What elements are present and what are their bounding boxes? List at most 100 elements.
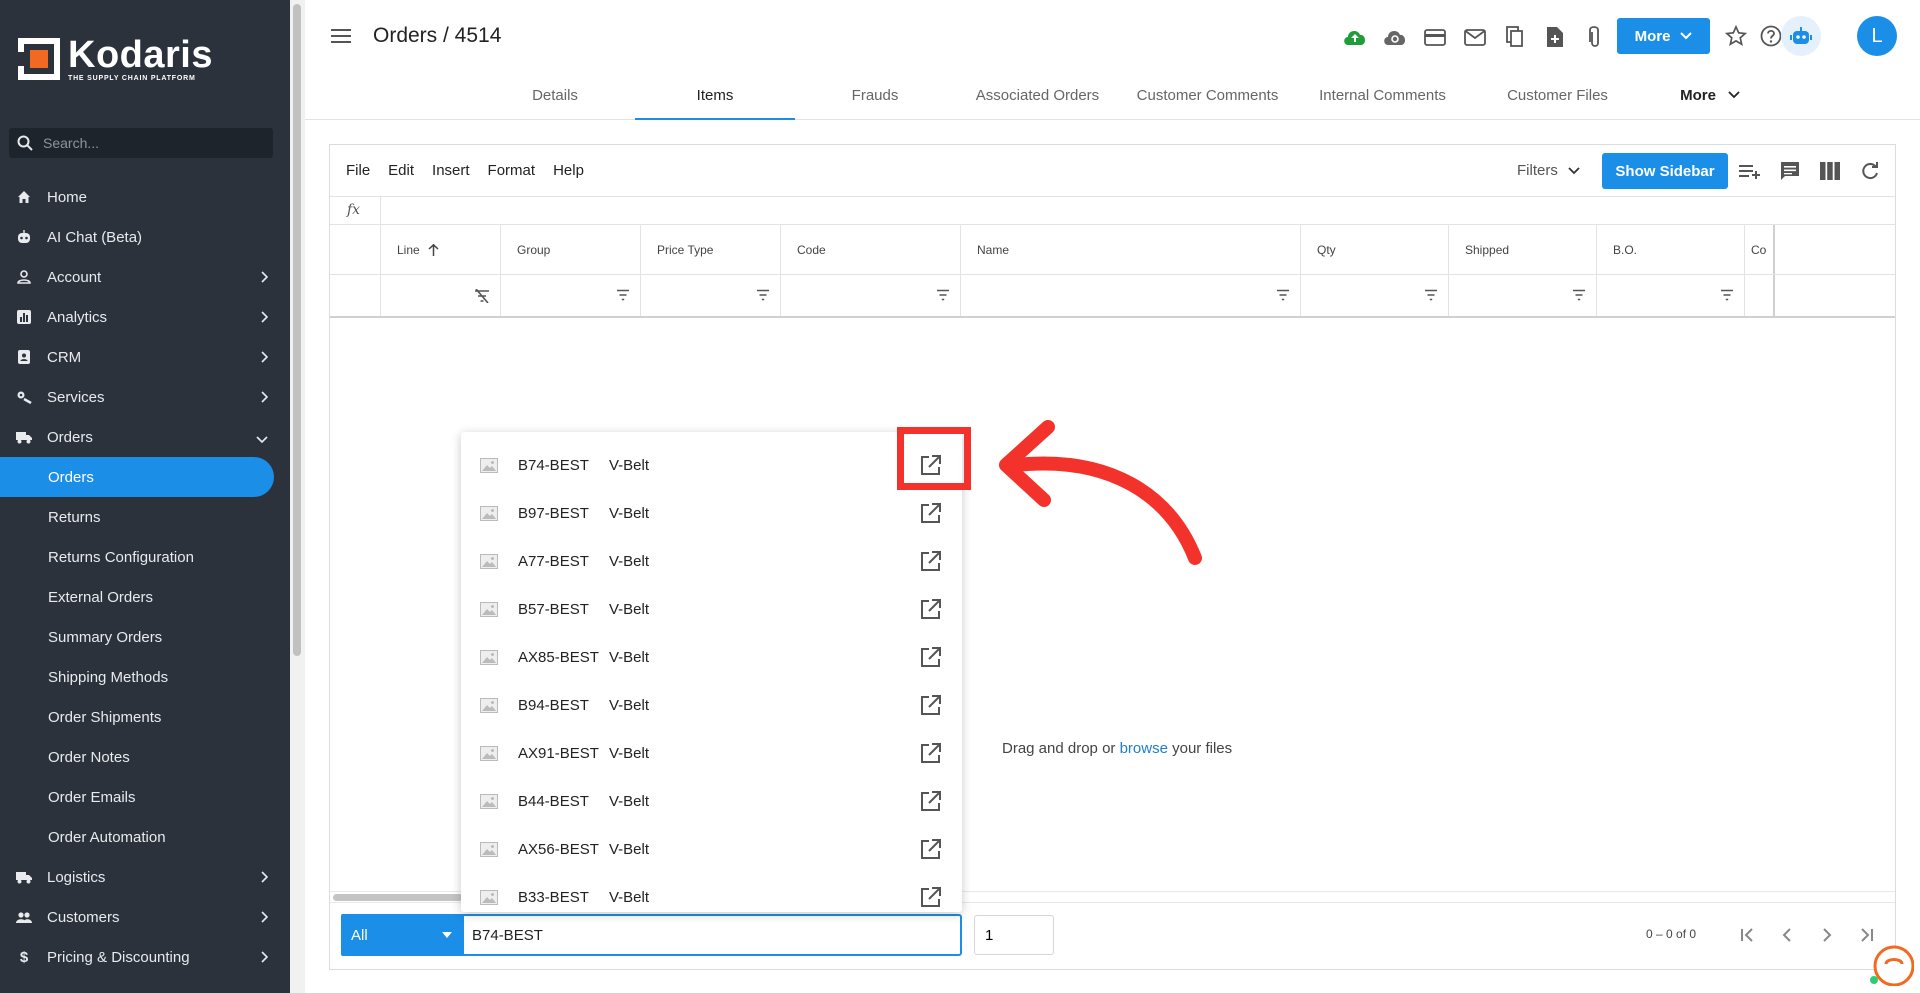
credit-card-icon[interactable] [1415, 22, 1455, 52]
filter-icon[interactable] [1424, 289, 1438, 304]
tab-internal-comments[interactable]: Internal Comments [1295, 70, 1470, 120]
horizontal-scrollbar-thumb[interactable] [333, 894, 463, 901]
sidebar-subitem-external-orders[interactable]: External Orders [0, 577, 274, 617]
tab-customer-files[interactable]: Customer Files [1470, 70, 1645, 120]
open-in-new-icon[interactable] [920, 790, 942, 817]
copy-icon[interactable] [1495, 22, 1535, 52]
column-header-bo[interactable]: B.O. [1596, 225, 1744, 274]
browse-link[interactable]: browse [1120, 740, 1168, 757]
sidebar-subitem-order-emails[interactable]: Order Emails [0, 777, 274, 817]
sidebar-subitem-summary-orders[interactable]: Summary Orders [0, 617, 274, 657]
sidebar-scrollbar-thumb[interactable] [293, 4, 301, 656]
dropdown-option[interactable]: AX56-BEST V-Belt [461, 826, 962, 874]
open-in-new-icon[interactable] [920, 550, 942, 577]
open-in-new-icon[interactable] [920, 598, 942, 625]
filter-cell-name[interactable] [960, 275, 1300, 316]
first-page-icon[interactable] [1734, 920, 1760, 950]
column-header-price-type[interactable]: Price Type [640, 225, 780, 274]
sidebar-subitem-returns-configuration[interactable]: Returns Configuration [0, 537, 274, 577]
dropdown-option[interactable]: A77-BEST V-Belt [461, 538, 962, 586]
cloud-upload-icon[interactable] [1335, 22, 1375, 52]
menu-file[interactable]: File [346, 162, 370, 179]
open-in-new-icon[interactable] [920, 646, 942, 673]
clear-filter-icon[interactable] [474, 288, 490, 306]
dropdown-option[interactable]: B97-BEST V-Belt [461, 490, 962, 538]
help-icon[interactable] [1760, 25, 1782, 52]
filter-icon[interactable] [1720, 289, 1734, 304]
search-scope-select[interactable]: All [341, 914, 462, 956]
dropdown-option[interactable]: AX85-BEST V-Belt [461, 634, 962, 682]
comment-icon[interactable] [1776, 157, 1804, 185]
menu-edit[interactable]: Edit [388, 162, 414, 179]
filter-icon[interactable] [1572, 289, 1586, 304]
filter-cell-code[interactable] [780, 275, 960, 316]
mail-icon[interactable] [1455, 22, 1495, 52]
filters-dropdown[interactable]: Filters [1517, 162, 1580, 179]
refresh-icon[interactable] [1856, 157, 1884, 185]
sidebar-subitem-order-notes[interactable]: Order Notes [0, 737, 274, 777]
dropdown-option[interactable]: B44-BEST V-Belt [461, 778, 962, 826]
column-header-shipped[interactable]: Shipped [1448, 225, 1596, 274]
sidebar-item-logistics[interactable]: Logistics [0, 857, 274, 897]
filter-cell-group[interactable] [500, 275, 640, 316]
attachment-icon[interactable] [1575, 22, 1615, 52]
sidebar-item-services[interactable]: Services [0, 377, 274, 417]
dropdown-option[interactable]: B57-BEST V-Belt [461, 586, 962, 634]
open-in-new-icon[interactable] [920, 886, 942, 913]
column-header-line[interactable]: Line [380, 225, 500, 274]
sidebar-item-ai-chat[interactable]: AI Chat (Beta) [0, 217, 274, 257]
open-in-new-icon[interactable] [920, 838, 942, 865]
filter-cell-qty[interactable] [1300, 275, 1448, 316]
sidebar-item-analytics[interactable]: Analytics [0, 297, 274, 337]
open-in-new-icon[interactable] [920, 742, 942, 769]
filter-cell-price-type[interactable] [640, 275, 780, 316]
support-chat-icon[interactable] [1868, 940, 1915, 987]
sidebar-item-home[interactable]: Home [0, 177, 274, 217]
menu-insert[interactable]: Insert [432, 162, 470, 179]
sidebar-search-input[interactable] [43, 135, 263, 151]
quantity-input[interactable] [974, 915, 1054, 955]
column-header-qty[interactable]: Qty [1300, 225, 1448, 274]
dropdown-option[interactable]: B33-BEST V-Belt [461, 874, 962, 922]
cloud-sync-icon[interactable] [1375, 22, 1415, 52]
previous-page-icon[interactable] [1774, 920, 1800, 950]
sidebar-scrollbar[interactable] [290, 0, 305, 993]
column-header-group[interactable]: Group [500, 225, 640, 274]
dropdown-option[interactable]: B74-BEST V-Belt [461, 442, 962, 490]
open-in-new-icon[interactable] [920, 502, 942, 529]
dropdown-option[interactable]: B94-BEST V-Belt [461, 682, 962, 730]
tab-details[interactable]: Details [475, 70, 635, 120]
tab-customer-comments[interactable]: Customer Comments [1120, 70, 1295, 120]
menu-icon[interactable] [331, 28, 351, 49]
filter-icon[interactable] [756, 289, 770, 304]
tab-frauds[interactable]: Frauds [795, 70, 955, 120]
dropdown-option[interactable]: AX91-BEST V-Belt [461, 730, 962, 778]
menu-help[interactable]: Help [553, 162, 584, 179]
sidebar-item-pricing-discounting[interactable]: $ Pricing & Discounting [0, 937, 274, 977]
sidebar-subitem-orders[interactable]: Orders [0, 457, 274, 497]
sidebar-item-account[interactable]: Account [0, 257, 274, 297]
menu-format[interactable]: Format [488, 162, 536, 179]
show-sidebar-button[interactable]: Show Sidebar [1602, 153, 1728, 189]
tab-items[interactable]: Items [635, 70, 795, 120]
avatar[interactable]: L [1857, 16, 1897, 56]
tab-associated-orders[interactable]: Associated Orders [955, 70, 1120, 120]
sidebar-subitem-order-automation[interactable]: Order Automation [0, 817, 274, 857]
column-header-code[interactable]: Code [780, 225, 960, 274]
filter-icon[interactable] [936, 289, 950, 304]
ai-assistant-icon[interactable] [1781, 16, 1821, 56]
column-header-co[interactable]: Co [1744, 225, 1775, 274]
sidebar-item-crm[interactable]: CRM [0, 337, 274, 377]
filter-cell-shipped[interactable] [1448, 275, 1596, 316]
filter-icon[interactable] [616, 289, 630, 304]
tab-more[interactable]: More [1645, 70, 1775, 120]
filter-icon[interactable] [1276, 289, 1290, 304]
sidebar-subitem-returns[interactable]: Returns [0, 497, 274, 537]
next-page-icon[interactable] [1814, 920, 1840, 950]
more-button[interactable]: More [1617, 18, 1710, 54]
open-in-new-icon[interactable] [920, 694, 942, 721]
filter-cell-co[interactable] [1744, 275, 1775, 316]
sidebar-subitem-shipping-methods[interactable]: Shipping Methods [0, 657, 274, 697]
add-document-icon[interactable] [1535, 22, 1575, 52]
filter-cell-bo[interactable] [1596, 275, 1744, 316]
